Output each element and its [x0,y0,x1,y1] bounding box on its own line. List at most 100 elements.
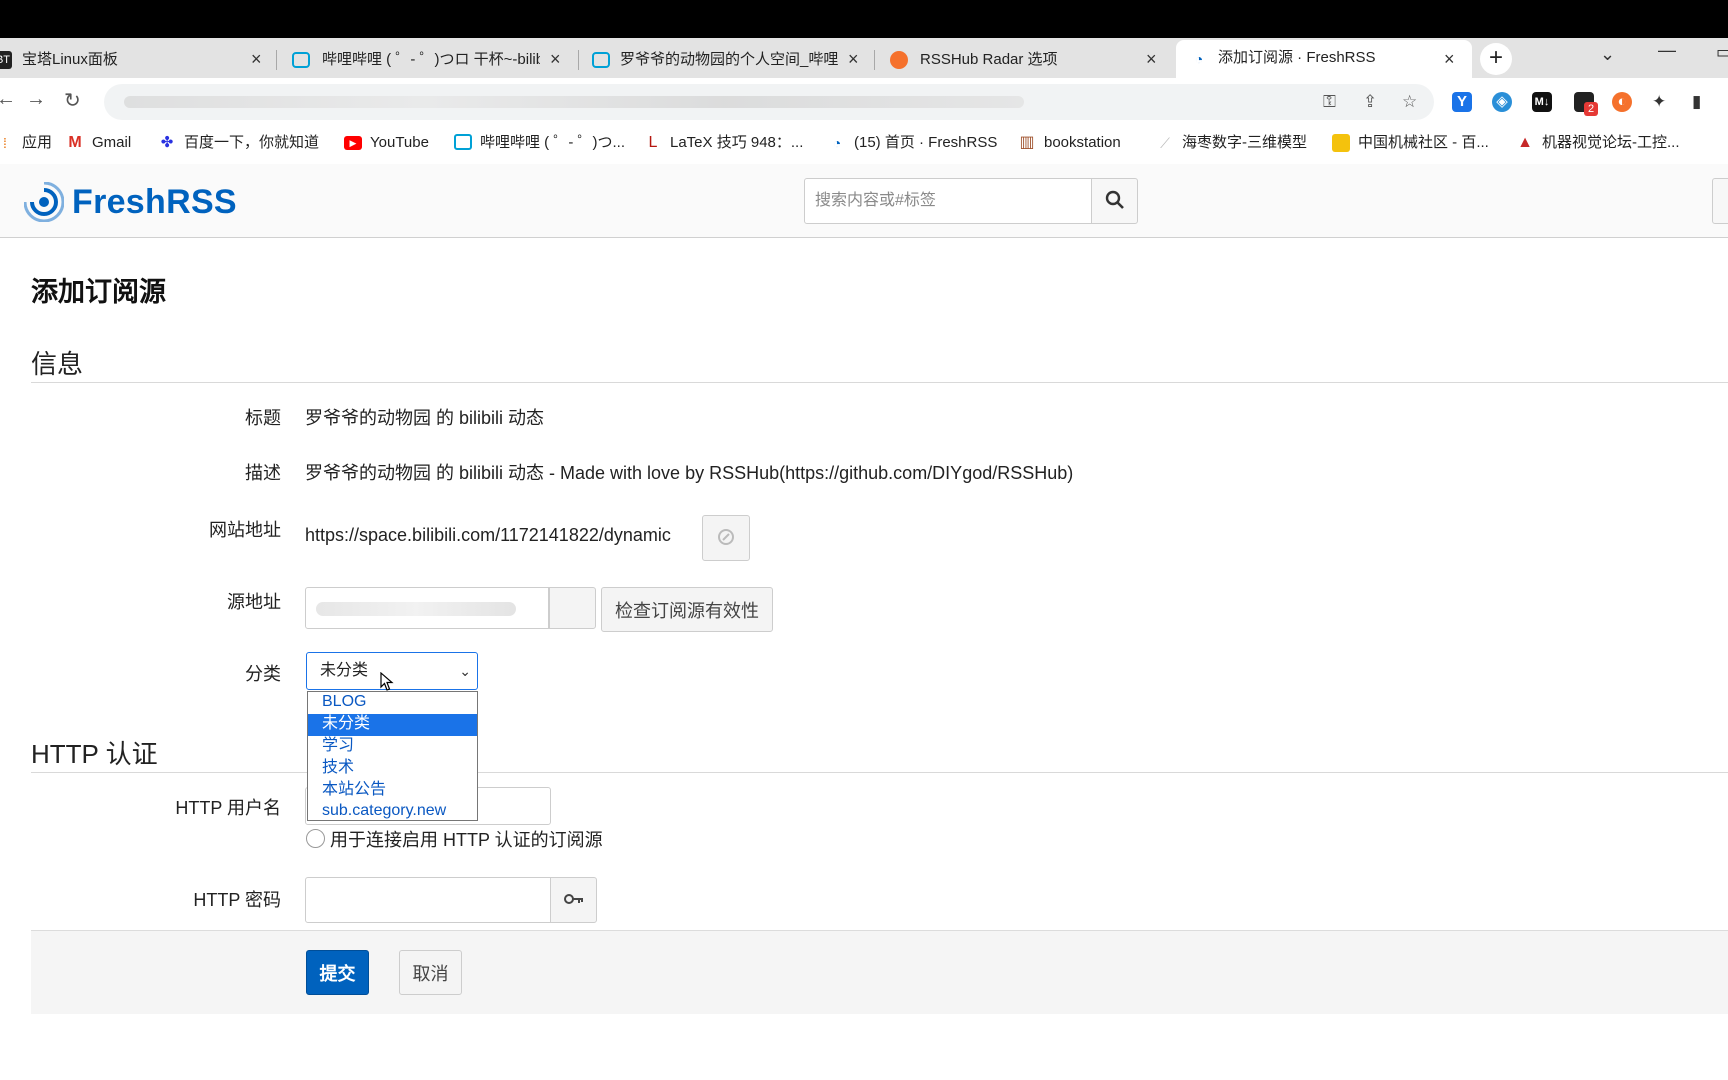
bookmark-latex[interactable]: L LaTeX 技巧 948：... [644,133,804,153]
category-option[interactable]: 本站公告 [308,780,477,802]
tab-bilibili-home[interactable]: 哔哩哔哩 ( ゜- ゜)つロ 干杯~-bilibili [290,42,548,78]
app-name[interactable]: FreshRSS [72,183,237,222]
feed-url-action[interactable] [549,587,596,629]
category-option[interactable]: 技术 [308,758,477,780]
mouse-cursor-icon [380,672,394,691]
bookmark-bookstation[interactable]: ▥ bookstation [1018,133,1120,153]
http-password-label: HTTP 密码 [193,890,281,910]
puzzle-icon[interactable]: ✦ [1652,92,1666,112]
submit-button[interactable]: 提交 [306,950,369,995]
tab-title: 哔哩哔哩 ( ゜- ゜)つロ 干杯~-bilibili [322,51,540,68]
forward-icon[interactable]: → [26,88,46,111]
search-input[interactable] [804,178,1092,224]
star-icon[interactable]: ☆ [1402,92,1417,112]
y-extension-icon[interactable]: Y [1452,92,1472,112]
category-option[interactable]: 学习 [308,736,477,758]
sidebar-icon[interactable]: ▮ [1692,92,1701,112]
http-help-label: 用于连接启用 HTTP 认证的订阅源 [330,830,603,850]
new-tab-button[interactable]: + [1480,43,1512,75]
close-icon[interactable]: × [251,50,262,68]
config-button[interactable] [1712,178,1728,224]
help-icon [306,829,325,848]
close-icon[interactable]: × [1146,50,1157,68]
tab-separator [578,50,579,70]
rsshub-icon [890,51,908,69]
bookmark-baidu[interactable]: ✤ 百度一下，你就知道 [158,133,319,153]
tab-title: RSSHub Radar 选项 [920,51,1058,68]
latex-icon: L [648,134,658,151]
tab-bt-panel[interactable]: BT 宝塔Linux面板 [0,42,250,78]
category-selected-value: 未分类 [320,662,369,679]
folder-icon [1332,134,1350,152]
link-icon [718,528,734,545]
key-icon[interactable]: ⚿ [1323,92,1336,112]
category-dropdown-list[interactable]: BLOG 未分类 学习 技术 本站公告 sub.category.new [307,691,478,821]
bilibili-icon [454,134,472,150]
chevron-down-icon: ⌄ [459,663,471,679]
back-icon[interactable]: ← [0,88,16,111]
check-feed-button[interactable]: 检查订阅源有效性 [601,587,773,632]
title-label: 标题 [245,408,281,428]
category-option[interactable]: sub.category.new [308,802,477,820]
category-option[interactable]: BLOG [308,692,477,714]
category-option-selected[interactable]: 未分类 [308,714,477,736]
section-divider [31,382,1728,383]
section-http-title: HTTP 认证 [31,739,158,769]
tab-bilibili-space[interactable]: 罗爷爷的动物园的个人空间_哔哩哔哩 [590,42,840,78]
close-icon[interactable]: × [550,50,561,68]
open-website-button[interactable] [702,515,750,561]
freshrss-icon: ◔ [1194,51,1204,67]
section-info-title: 信息 [31,349,84,379]
tab-separator [276,50,277,70]
tab-title: 罗爷爷的动物园的个人空间_哔哩哔哩 [620,51,838,68]
markdown-extension-icon[interactable]: M↓ [1532,92,1552,112]
tab-title: 宝塔Linux面板 [22,51,118,68]
books-icon: ▥ [1019,134,1035,151]
http-help-text: 用于连接启用 HTTP 认证的订阅源 [306,826,603,852]
bookmark-freshrss[interactable]: ◔ (15) 首页 · FreshRSS [828,133,998,153]
bookmark-youtube[interactable]: ▶ YouTube [344,133,429,153]
freshrss-icon: ◔ [832,135,842,151]
description-label: 描述 [245,463,281,483]
maximize-icon[interactable]: ▭ [1716,42,1728,63]
search-button[interactable] [1091,178,1138,224]
feed-url-input[interactable] [305,587,549,629]
window-top-bar [0,0,1728,38]
freshrss-logo-icon[interactable] [24,182,64,222]
address-bar[interactable] [104,84,1434,120]
http-password-input[interactable] [305,877,551,923]
badge: 2 [1584,102,1598,116]
chevron-down-icon[interactable]: ⌄ [1600,44,1615,65]
show-password-button[interactable] [550,877,597,923]
bookmark-gmail[interactable]: M Gmail [66,133,131,153]
category-label: 分类 [245,664,281,684]
feed-url-label: 源地址 [227,592,281,612]
section-divider [31,772,1728,773]
share-icon[interactable]: ⇪ [1363,92,1377,112]
close-icon[interactable]: × [1444,50,1455,68]
bookmark-bilibili[interactable]: 哔哩哔哩 ( ゜- ゜)つ... [454,133,625,153]
tab-title: 添加订阅源 · FreshRSS [1218,49,1376,66]
minimize-icon[interactable]: — [1658,40,1676,61]
key-icon [563,893,583,904]
bookmark-cmiw[interactable]: 中国机械社区 - 百... [1332,133,1489,153]
bookmark-vision-forum[interactable]: ▲ 机器视觉论坛-工控... [1516,133,1679,153]
apps-icon: ⁞ [3,135,7,151]
cancel-button[interactable]: 取消 [399,950,462,995]
bookmark-apps[interactable]: ⁞ 应用 [0,133,52,153]
youtube-icon: ▶ [344,136,362,150]
website-value: https://space.bilibili.com/1172141822/dy… [305,525,671,545]
shield-extension-icon[interactable]: ◈ [1492,92,1512,112]
blurred-url [124,96,1024,108]
notification-extension-icon[interactable]: 2 [1574,92,1598,116]
reload-icon[interactable]: ↻ [64,88,81,113]
model-icon: ⟋ [1160,135,1170,151]
tab-freshrss-add[interactable]: ◔ 添加订阅源 · FreshRSS × [1176,40,1472,78]
bookmark-haizao[interactable]: ⟋ 海枣数字-三维模型 [1156,133,1307,153]
blurred-feed-url [316,602,516,616]
baidu-icon: ✤ [160,134,174,151]
close-icon[interactable]: × [848,50,859,68]
title-value: 罗爷爷的动物园 的 bilibili 动态 [305,408,545,428]
rss-extension-icon[interactable]: ◐ [1612,92,1632,112]
tab-rsshub-radar[interactable]: RSSHub Radar 选项 [888,42,1138,78]
